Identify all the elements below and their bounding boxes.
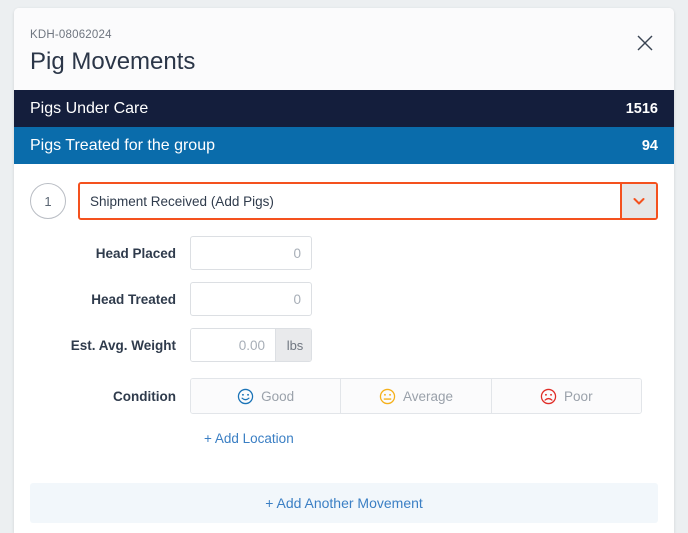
est-avg-weight-input[interactable] xyxy=(191,329,275,361)
stat-value: 1516 xyxy=(625,100,658,117)
page-background: KDH-08062024 Pig Movements Pigs Under Ca… xyxy=(0,0,688,533)
modal-header: KDH-08062024 Pig Movements xyxy=(14,8,674,90)
step-number-badge: 1 xyxy=(30,183,66,219)
smiley-neutral-icon xyxy=(379,388,396,405)
field-est-avg-weight: Est. Avg. Weight lbs xyxy=(30,328,658,362)
stat-pigs-under-care: Pigs Under Care 1516 xyxy=(14,90,674,127)
condition-option-average[interactable]: Average xyxy=(341,379,492,413)
condition-option-label: Average xyxy=(402,388,454,404)
field-label: Head Treated xyxy=(91,291,176,307)
add-location-row: + Add Location xyxy=(30,430,658,448)
stat-pigs-treated: Pigs Treated for the group 94 xyxy=(14,127,674,164)
close-icon xyxy=(636,34,654,52)
field-label: Est. Avg. Weight xyxy=(70,337,176,353)
add-another-movement-button[interactable]: + Add Another Movement xyxy=(30,483,658,523)
field-label: Condition xyxy=(113,388,176,404)
movement-type-dropdown-button[interactable] xyxy=(620,184,656,218)
field-label: Head Placed xyxy=(95,245,176,261)
head-treated-input[interactable] xyxy=(190,282,312,316)
smiley-sad-icon xyxy=(540,388,557,405)
field-condition: Condition Good Average Poor xyxy=(30,378,658,414)
weight-unit-addon: lbs xyxy=(275,329,311,361)
stat-value: 94 xyxy=(641,137,658,154)
condition-option-poor[interactable]: Poor xyxy=(491,379,641,413)
chevron-down-icon xyxy=(631,193,647,209)
condition-segmented-control: Good Average Poor xyxy=(190,378,642,414)
page-title: Pig Movements xyxy=(30,48,196,75)
modal-body: 1 Shipment Received (Add Pigs) Head Plac… xyxy=(14,164,674,483)
field-head-treated: Head Treated xyxy=(30,282,658,316)
smiley-happy-icon xyxy=(237,388,254,405)
condition-option-label: Poor xyxy=(564,388,593,404)
pig-movements-modal: KDH-08062024 Pig Movements Pigs Under Ca… xyxy=(14,8,674,533)
movement-type-select[interactable]: Shipment Received (Add Pigs) xyxy=(78,182,658,220)
stat-label: Pigs Treated for the group xyxy=(30,136,215,154)
stat-label: Pigs Under Care xyxy=(30,99,149,117)
field-head-placed: Head Placed xyxy=(30,236,658,270)
movement-row-1: 1 Shipment Received (Add Pigs) xyxy=(30,182,658,220)
close-button[interactable] xyxy=(632,30,658,56)
movement-type-value: Shipment Received (Add Pigs) xyxy=(80,184,620,218)
condition-option-label: Good xyxy=(261,388,295,404)
head-placed-input[interactable] xyxy=(190,236,312,270)
movement-fields: Head Placed Head Treated Est. Avg. Weigh… xyxy=(30,236,658,414)
est-avg-weight-group: lbs xyxy=(190,328,312,362)
condition-option-good[interactable]: Good xyxy=(191,379,342,413)
add-location-link[interactable]: + Add Location xyxy=(204,431,294,446)
group-id-label: KDH-08062024 xyxy=(30,29,112,41)
